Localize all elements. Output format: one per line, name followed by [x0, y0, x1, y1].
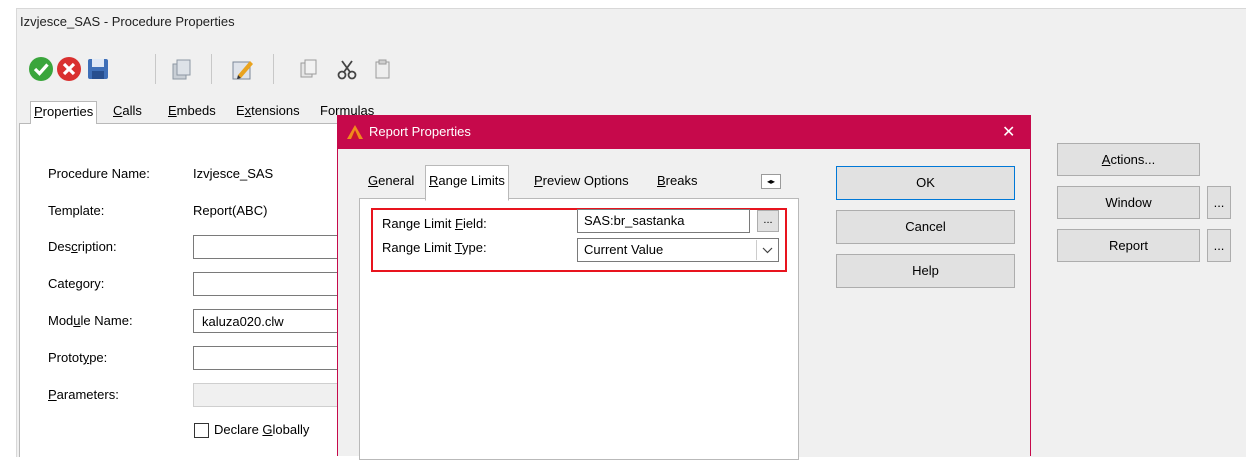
- chevron-down-icon[interactable]: [756, 240, 778, 260]
- range-limit-field-ellipsis-button[interactable]: ...: [757, 210, 779, 232]
- close-icon[interactable]: ✕: [1002, 122, 1015, 142]
- ok-check-icon[interactable]: [28, 56, 54, 82]
- range-limits-panel: Range Limit Field: SAS:br_sastanka ... R…: [359, 198, 799, 460]
- report-properties-dialog: Report Properties ✕ General Range Limits…: [337, 115, 1031, 460]
- tab-preview-options[interactable]: Preview Options: [531, 168, 632, 196]
- declare-globally-label: Declare Globally: [214, 422, 310, 437]
- app-logo-icon: [347, 125, 363, 142]
- toolbar-separator: [211, 54, 212, 84]
- copy-pages-icon[interactable]: [168, 56, 194, 82]
- category-label: Category:: [48, 276, 105, 291]
- procedure-name-value: Izvjesce_SAS: [193, 166, 274, 181]
- description-label: Description:: [48, 239, 117, 254]
- edit-pencil-icon[interactable]: [230, 56, 256, 82]
- report-button[interactable]: Report: [1057, 229, 1200, 262]
- actions-button[interactable]: Actions...: [1057, 143, 1200, 176]
- dialog-title-bar[interactable]: Report Properties ✕: [338, 116, 1030, 149]
- window-title: Izvjesce_SAS - Procedure Properties: [20, 14, 235, 29]
- report-ellipsis-button[interactable]: ...: [1207, 229, 1231, 262]
- cancel-button[interactable]: Cancel: [836, 210, 1015, 244]
- tab-extensions[interactable]: Extensions: [233, 101, 303, 123]
- range-limit-field-value: SAS:br_sastanka: [584, 213, 685, 228]
- save-disk-icon[interactable]: [85, 56, 111, 82]
- module-name-label: Module Name:: [48, 313, 133, 328]
- prototype-input[interactable]: [193, 346, 343, 370]
- tab-properties[interactable]: Properties: [30, 101, 98, 124]
- ok-button[interactable]: OK: [836, 166, 1015, 200]
- procedure-name-label: Procedure Name:: [48, 166, 150, 181]
- tab-calls[interactable]: Calls: [110, 101, 145, 123]
- cut-scissors-icon[interactable]: [334, 56, 360, 82]
- parameters-label: Parameters:: [48, 387, 119, 402]
- description-input[interactable]: [193, 235, 343, 259]
- paste-icon[interactable]: [296, 56, 322, 82]
- dialog-title: Report Properties: [369, 124, 471, 139]
- module-name-value: kaluza020.clw: [202, 314, 284, 329]
- range-limit-field-label: Range Limit Field:: [382, 216, 487, 231]
- category-input[interactable]: [193, 272, 343, 296]
- range-limit-field-input[interactable]: SAS:br_sastanka: [577, 209, 750, 233]
- declare-globally-checkbox[interactable]: [194, 423, 209, 438]
- prototype-label: Prototype:: [48, 350, 108, 365]
- range-limit-type-select[interactable]: Current Value: [577, 238, 779, 262]
- toolbar-separator: [273, 54, 274, 84]
- tab-scroll-arrows[interactable]: ◂▸: [761, 174, 781, 189]
- clipboard-icon[interactable]: [371, 56, 397, 82]
- template-label: Template:: [48, 203, 105, 218]
- tab-general[interactable]: General: [365, 168, 417, 196]
- range-limit-type-label: Range Limit Type:: [382, 240, 487, 255]
- parameters-input: [193, 383, 343, 407]
- cancel-x-icon[interactable]: [56, 56, 82, 82]
- range-limit-type-value: Current Value: [584, 242, 664, 257]
- module-name-input[interactable]: kaluza020.clw: [193, 309, 343, 333]
- tab-range-limits[interactable]: Range Limits: [425, 165, 509, 201]
- help-button[interactable]: Help: [836, 254, 1015, 288]
- toolbar-separator: [155, 54, 156, 84]
- tab-embeds[interactable]: Embeds: [165, 101, 219, 123]
- window-button[interactable]: Window: [1057, 186, 1200, 219]
- tab-breaks[interactable]: Breaks: [654, 168, 700, 196]
- template-value: Report(ABC): [193, 203, 268, 218]
- window-ellipsis-button[interactable]: ...: [1207, 186, 1231, 219]
